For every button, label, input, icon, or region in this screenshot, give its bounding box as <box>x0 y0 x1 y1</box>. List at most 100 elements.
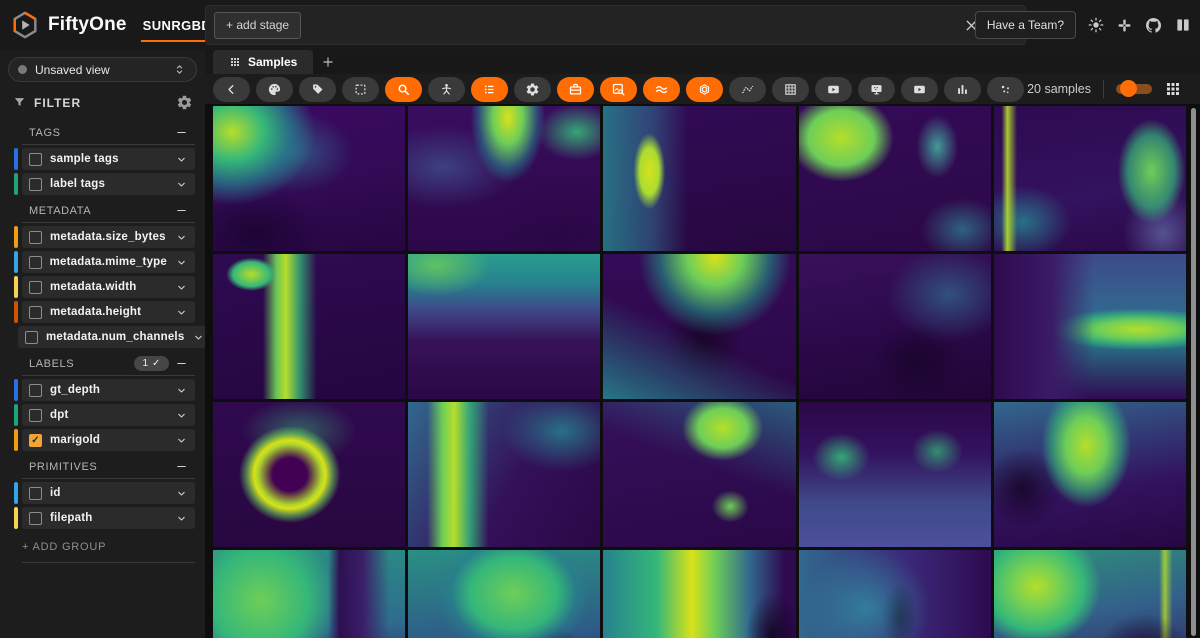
sample-thumbnail-5[interactable] <box>994 106 1186 251</box>
have-team-button[interactable]: Have a Team? <box>975 11 1076 39</box>
chevron-down-icon[interactable] <box>175 178 188 191</box>
tile-size-slider[interactable] <box>1116 84 1152 94</box>
sidebar-field-filepath[interactable]: filepath <box>14 507 195 529</box>
chevron-down-icon[interactable] <box>175 512 188 525</box>
sample-thumbnail-15[interactable] <box>994 402 1186 547</box>
sample-thumbnail-10[interactable] <box>994 254 1186 399</box>
sample-thumbnail-20[interactable] <box>994 550 1186 638</box>
collapse-section-icon[interactable] <box>175 126 188 139</box>
histograms-button[interactable] <box>944 77 981 102</box>
chevron-down-icon[interactable] <box>175 409 188 422</box>
field-checkbox[interactable] <box>29 512 42 525</box>
chevron-down-icon[interactable] <box>175 231 188 244</box>
field-row-box: metadata.height <box>22 301 195 323</box>
grid-scrollbar[interactable] <box>1191 108 1196 636</box>
screen-share-button[interactable] <box>858 77 895 102</box>
color-scheme-button[interactable] <box>256 77 293 102</box>
table-view-button[interactable] <box>772 77 809 102</box>
grid-layout-icon[interactable] <box>1164 80 1182 98</box>
sample-thumbnail-3[interactable] <box>603 106 795 251</box>
sidebar-field-metadata-num-channels[interactable]: metadata.num_channels <box>14 326 195 348</box>
sidebar-field-label-tags[interactable]: label tags <box>14 173 195 195</box>
settings-button[interactable] <box>514 77 551 102</box>
field-checkbox[interactable] <box>29 409 42 422</box>
sidebar-field-marigold[interactable]: ✓marigold <box>14 429 195 451</box>
docs-icon[interactable] <box>1174 16 1192 34</box>
collapse-section-icon[interactable] <box>175 460 188 473</box>
chevron-down-icon[interactable] <box>175 434 188 447</box>
sidebar-field-id[interactable]: id <box>14 482 195 504</box>
collapse-section-icon[interactable] <box>175 204 188 217</box>
sample-thumbnail-1[interactable] <box>213 106 405 251</box>
back-button[interactable] <box>213 77 250 102</box>
curves-button[interactable] <box>729 77 766 102</box>
sample-thumbnail-4[interactable] <box>799 106 991 251</box>
sample-thumbnail-18[interactable] <box>603 550 795 638</box>
sample-thumbnail-16[interactable] <box>213 550 405 638</box>
sample-thumbnail-12[interactable] <box>408 402 600 547</box>
chevron-down-icon[interactable] <box>175 256 188 269</box>
embeddings-button[interactable] <box>987 77 1024 102</box>
toolbox-button[interactable] <box>557 77 594 102</box>
field-checkbox[interactable] <box>29 256 42 269</box>
sample-thumbnail-2[interactable] <box>408 106 600 251</box>
tag-samples-button[interactable] <box>299 77 336 102</box>
sample-thumbnail-17[interactable] <box>408 550 600 638</box>
sidebar-sections: TAGSsample tagslabel tagsMETADATAmetadat… <box>0 121 205 529</box>
field-checkbox[interactable] <box>29 306 42 319</box>
slack-icon[interactable] <box>1116 17 1133 34</box>
field-checkbox[interactable] <box>29 153 42 166</box>
view-stage-bar[interactable]: + add stage <box>205 5 1026 45</box>
saved-views-select[interactable]: Unsaved view <box>8 57 197 82</box>
collapse-section-icon[interactable] <box>175 357 188 370</box>
field-checkbox[interactable] <box>29 178 42 191</box>
theme-toggle-icon[interactable] <box>1087 16 1105 34</box>
sample-grid <box>205 104 1200 638</box>
field-checkbox[interactable]: ✓ <box>29 434 42 447</box>
slider-knob-icon[interactable] <box>1120 80 1137 97</box>
chevron-down-icon[interactable] <box>175 306 188 319</box>
chevron-down-icon[interactable] <box>175 384 188 397</box>
field-checkbox[interactable] <box>29 384 42 397</box>
field-checkbox[interactable] <box>29 281 42 294</box>
sidebar-field-gt-depth[interactable]: gt_depth <box>14 379 195 401</box>
field-checkbox[interactable] <box>29 231 42 244</box>
keypoints-button[interactable] <box>428 77 465 102</box>
sidebar-field-sample-tags[interactable]: sample tags <box>14 148 195 170</box>
field-checkbox[interactable] <box>29 487 42 500</box>
chevron-down-icon[interactable] <box>192 331 205 344</box>
sidebar-field-dpt[interactable]: dpt <box>14 404 195 426</box>
sample-thumbnail-7[interactable] <box>408 254 600 399</box>
new-panel-button[interactable] <box>313 50 343 74</box>
chevron-down-icon[interactable] <box>175 487 188 500</box>
sidebar-settings-icon[interactable] <box>176 94 193 111</box>
sidebar-field-metadata-height[interactable]: metadata.height <box>14 301 195 323</box>
tab-samples[interactable]: Samples <box>213 50 313 74</box>
openai-button[interactable] <box>686 77 723 102</box>
github-icon[interactable] <box>1144 16 1163 35</box>
sample-thumbnail-13[interactable] <box>603 402 795 547</box>
select-chevrons-icon <box>172 62 187 77</box>
sidebar-field-metadata-width[interactable]: metadata.width <box>14 276 195 298</box>
sample-thumbnail-11[interactable] <box>213 402 405 547</box>
sample-thumbnail-6[interactable] <box>213 254 405 399</box>
chevron-down-icon[interactable] <box>175 281 188 294</box>
chevron-down-icon[interactable] <box>175 153 188 166</box>
sidebar-field-metadata-mime-type[interactable]: metadata.mime_type <box>14 251 195 273</box>
video-panel-button[interactable] <box>815 77 852 102</box>
add-group-button[interactable]: + ADD GROUP <box>22 541 195 553</box>
sample-thumbnail-14[interactable] <box>799 402 991 547</box>
patches-button[interactable] <box>342 77 379 102</box>
sample-thumbnail-9[interactable] <box>799 254 991 399</box>
sidebar-field-metadata-size-bytes[interactable]: metadata.size_bytes <box>14 226 195 248</box>
sample-thumbnail-19[interactable] <box>799 550 991 638</box>
browse-operations-button[interactable] <box>385 77 422 102</box>
field-list-button[interactable] <box>471 77 508 102</box>
clips-panel-button[interactable] <box>901 77 938 102</box>
add-stage-button[interactable]: + add stage <box>214 12 301 39</box>
field-row-box: metadata.size_bytes <box>22 226 195 248</box>
image-search-button[interactable] <box>600 77 637 102</box>
sample-thumbnail-8[interactable] <box>603 254 795 399</box>
similarity-button[interactable] <box>643 77 680 102</box>
field-checkbox[interactable] <box>25 331 38 344</box>
